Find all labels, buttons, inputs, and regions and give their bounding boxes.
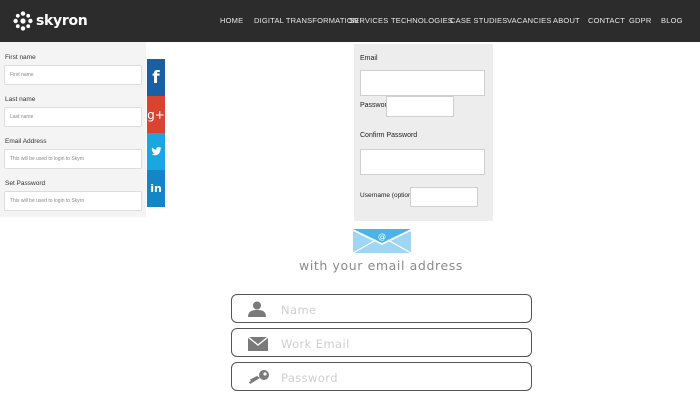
email-label: Email xyxy=(360,55,378,62)
email-envelope-icon: @ xyxy=(352,228,412,254)
main-nav: HOME DIGITAL TRANSFORMATION SERVICES TEC… xyxy=(0,16,700,28)
password-input[interactable] xyxy=(386,96,454,117)
signup-form-left: First name First name Last name Last nam… xyxy=(0,42,146,217)
password-signup-input[interactable]: Password xyxy=(231,362,532,391)
email-input[interactable] xyxy=(360,70,485,96)
confirm-password-input[interactable] xyxy=(360,149,485,175)
username-input[interactable] xyxy=(410,187,478,207)
google-plus-button[interactable]: g+ xyxy=(147,96,165,133)
nav-item-about[interactable]: ABOUT xyxy=(553,16,580,25)
first-name-label: First name xyxy=(5,54,36,61)
linkedin-button[interactable]: in xyxy=(147,170,165,207)
svg-text:@: @ xyxy=(378,232,386,241)
nav-item-technologies[interactable]: TECHNOLOGIES xyxy=(391,16,453,25)
last-name-placeholder: Last name xyxy=(10,114,34,120)
name-placeholder: Name xyxy=(281,303,317,317)
top-navigation-bar: skyron HOME DIGITAL TRANSFORMATION SERVI… xyxy=(0,0,700,42)
linkedin-icon: in xyxy=(150,182,162,195)
set-password-input[interactable]: This will be used to login to Skyro xyxy=(4,191,142,211)
work-email-placeholder: Work Email xyxy=(281,337,350,351)
mail-icon xyxy=(248,337,268,351)
email-address-input[interactable]: This will be used to login to Skyro xyxy=(4,149,142,169)
facebook-icon: f xyxy=(152,67,160,88)
nav-item-home[interactable]: HOME xyxy=(220,16,243,25)
confirm-password-label: Confirm Password xyxy=(360,132,418,139)
credentials-panel: Email Password Confirm Password Username… xyxy=(354,44,493,221)
email-address-placeholder: This will be used to login to Skyro xyxy=(10,156,85,162)
nav-item-services[interactable]: SERVICES xyxy=(349,16,388,25)
nav-item-case-studies[interactable]: CASE STUDIES xyxy=(450,16,507,25)
twitter-button[interactable] xyxy=(147,133,165,170)
nav-item-blog[interactable]: BLOG xyxy=(661,16,683,25)
google-plus-icon: g+ xyxy=(147,107,165,122)
name-input[interactable]: Name xyxy=(231,294,532,323)
facebook-button[interactable]: f xyxy=(147,59,165,96)
user-icon xyxy=(248,301,266,317)
set-password-label: Set Password xyxy=(5,180,46,187)
last-name-label: Last name xyxy=(5,96,36,103)
nav-item-gdpr[interactable]: GDPR xyxy=(629,16,651,25)
email-address-label: Email Address xyxy=(5,138,47,145)
nav-item-digital-transformation[interactable]: DIGITAL TRANSFORMATION xyxy=(254,16,359,25)
key-icon xyxy=(249,370,269,384)
email-signup-tagline: with your email address xyxy=(299,258,463,273)
first-name-input[interactable]: First name xyxy=(4,65,142,85)
set-password-placeholder: This will be used to login to Skyro xyxy=(10,198,85,204)
work-email-input[interactable]: Work Email xyxy=(231,328,532,357)
last-name-input[interactable]: Last name xyxy=(4,107,142,127)
nav-item-vacancies[interactable]: VACANCIES xyxy=(507,16,552,25)
twitter-icon xyxy=(150,147,162,156)
password-signup-placeholder: Password xyxy=(281,371,338,385)
nav-item-contact[interactable]: CONTACT xyxy=(588,16,625,25)
first-name-placeholder: First name xyxy=(10,72,34,78)
